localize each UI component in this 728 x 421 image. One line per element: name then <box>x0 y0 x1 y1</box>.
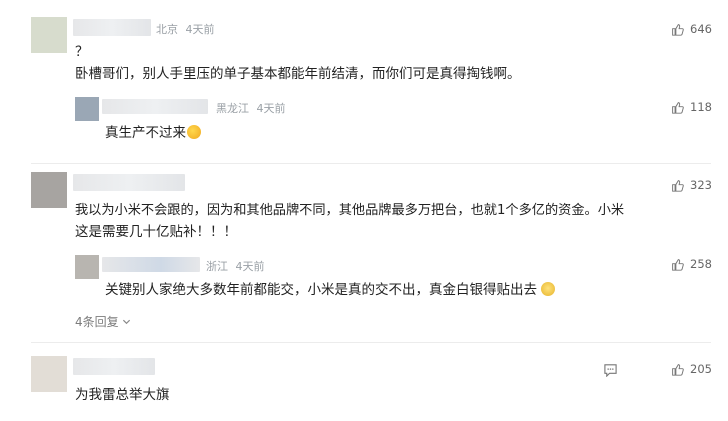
location: 北京 <box>156 23 178 36</box>
more-replies-label: 4条回复 <box>75 315 119 329</box>
thumbs-up-icon <box>672 23 684 36</box>
username-blurred[interactable] <box>73 358 155 375</box>
timestamp: 4天前 <box>256 102 286 115</box>
reply-meta: 黑龙江 4天前 <box>216 100 286 116</box>
reply-text: 真生产不过来 <box>105 122 201 144</box>
comment-text-line1: ？ <box>75 44 89 60</box>
divider <box>31 163 711 164</box>
timestamp: 4天前 <box>235 260 265 273</box>
reply-text: 关键别人家绝大多数年前都能交，小米是真的交不出，真金白银得贴出去 <box>105 279 555 301</box>
thumbs-up-icon <box>672 258 684 271</box>
thumbs-up-icon <box>672 363 684 376</box>
avatar[interactable] <box>31 17 67 53</box>
reply-meta: 浙江 4天前 <box>206 258 265 274</box>
username-blurred[interactable] <box>102 257 200 272</box>
like-count: 323 <box>690 178 712 192</box>
username-blurred[interactable] <box>73 174 185 191</box>
cat-face-emoji-icon <box>541 282 555 296</box>
like-count: 646 <box>690 22 712 36</box>
comment-meta: 北京 4天前 <box>156 21 215 37</box>
comment-text-line2: 卧槽哥们，别人手里压的单子基本都能年前结清，而你们可是真得掏钱啊。 <box>75 66 521 82</box>
comment-icon <box>604 364 617 378</box>
like-button[interactable]: 118 <box>671 100 712 114</box>
thumbs-up-icon <box>672 179 684 192</box>
timestamp: 4天前 <box>185 23 215 36</box>
username-blurred[interactable] <box>102 99 208 114</box>
comment-text-line2: 这是需要几十亿贴补！！！ <box>75 224 237 240</box>
reply-button[interactable] <box>603 362 618 381</box>
thumbs-up-icon <box>672 101 684 114</box>
comment-text-line1: 我以为小米不会跟的，因为和其他品牌不同，其他品牌最多万把台，也就1个多亿的资金。… <box>75 203 625 218</box>
like-button[interactable]: 323 <box>671 178 712 192</box>
like-count: 205 <box>690 362 712 376</box>
like-count: 118 <box>690 100 712 114</box>
avatar[interactable] <box>31 172 67 208</box>
chevron-down-icon <box>122 319 130 325</box>
location: 黑龙江 <box>216 102 249 115</box>
avatar[interactable] <box>31 356 67 392</box>
comment-text: 为我雷总举大旗 <box>75 387 170 403</box>
avatar[interactable] <box>75 97 99 121</box>
like-button[interactable]: 258 <box>671 257 712 271</box>
like-button[interactable]: 646 <box>671 22 712 36</box>
avatar[interactable] <box>75 255 99 279</box>
divider <box>31 342 711 343</box>
like-button[interactable]: 205 <box>671 362 712 376</box>
tired-face-emoji-icon <box>187 125 201 139</box>
location: 浙江 <box>206 260 228 273</box>
username-blurred[interactable] <box>73 19 151 36</box>
show-more-replies-button[interactable]: 4条回复 <box>75 313 131 330</box>
like-count: 258 <box>690 257 712 271</box>
